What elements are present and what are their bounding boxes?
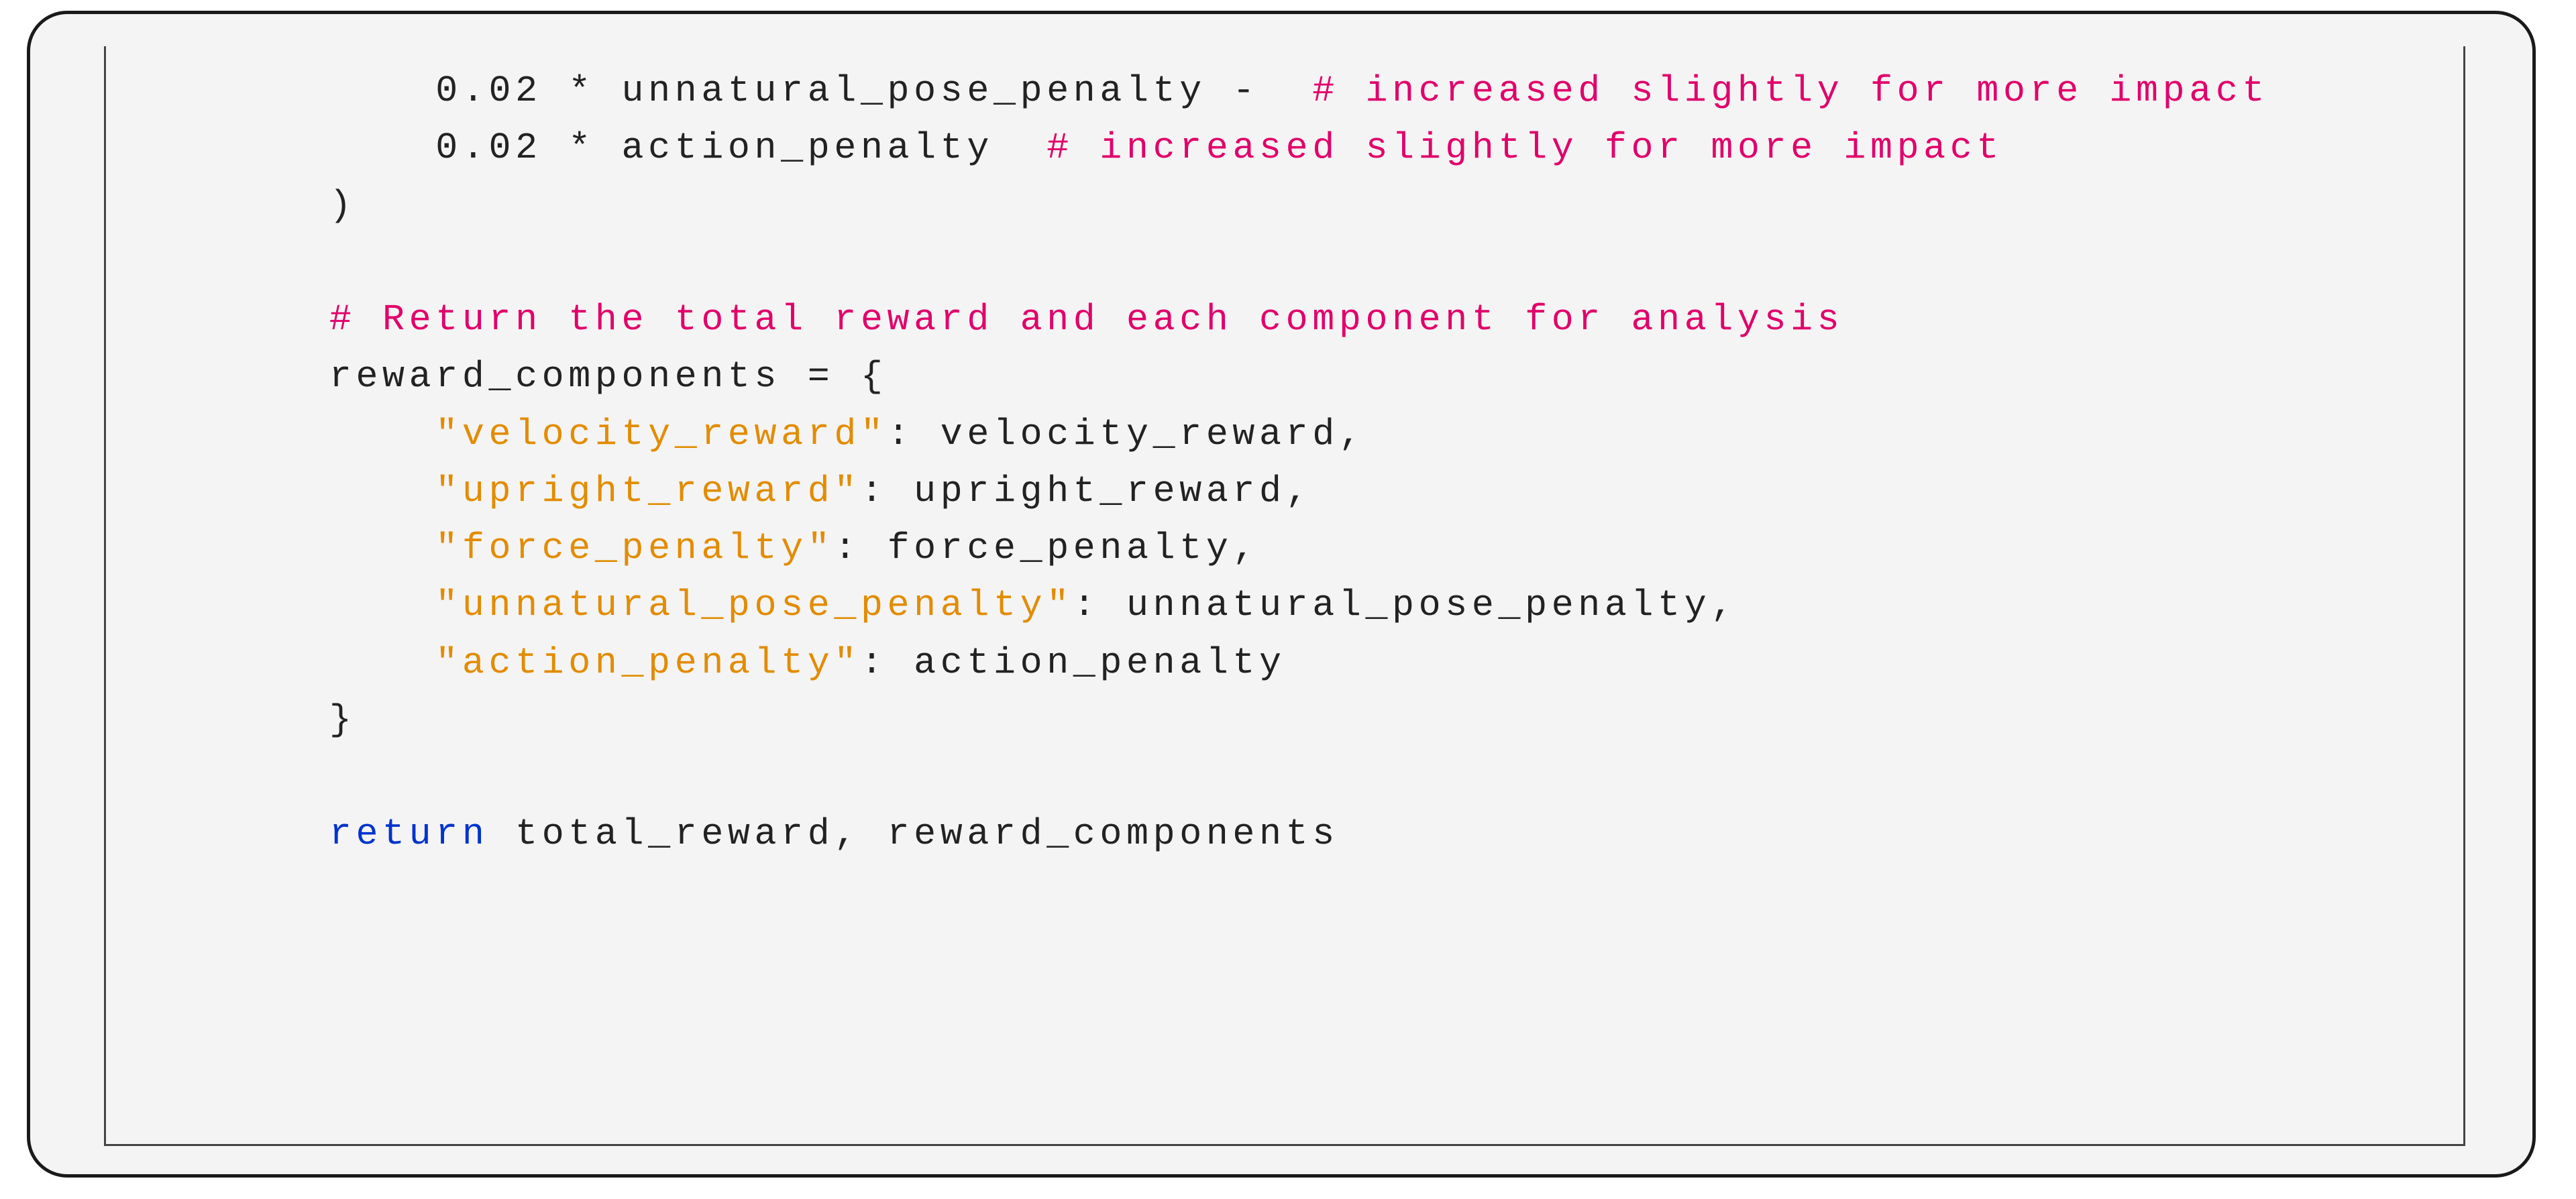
code-value: : upright_reward,	[861, 470, 1312, 512]
code-string-key: "upright_reward"	[435, 470, 861, 512]
code-string-key: "action_penalty"	[435, 642, 861, 684]
code-comment: # increased slightly for more impact	[1046, 127, 2003, 169]
code-value: : unnatural_pose_penalty,	[1073, 584, 1737, 626]
code-paren-close: )	[117, 184, 356, 227]
code-value: : velocity_reward,	[888, 413, 1366, 455]
code-indent	[117, 527, 435, 569]
code-value: : action_penalty	[861, 642, 1286, 684]
code-comment: # Return the total reward and each compo…	[329, 298, 1844, 341]
code-indent	[117, 584, 435, 626]
code-indent	[117, 813, 329, 855]
code-indent	[117, 413, 435, 455]
code-expr: * unnatural_pose_penalty -	[542, 70, 1313, 112]
code-string-key: "velocity_reward"	[435, 413, 887, 455]
code-string-key: "force_penalty"	[435, 527, 834, 569]
code-assign: reward_components = {	[117, 355, 888, 398]
code-indent	[117, 298, 329, 341]
code-indent	[117, 127, 435, 169]
code-block: 0.02 * unnatural_pose_penalty - # increa…	[104, 46, 2465, 1146]
code-return-expr: total_reward, reward_components	[488, 813, 1338, 855]
code-expr: * action_penalty	[542, 127, 1047, 169]
code-content: 0.02 * unnatural_pose_penalty - # increa…	[106, 62, 2463, 863]
code-indent	[117, 70, 435, 112]
code-frame: 0.02 * unnatural_pose_penalty - # increa…	[27, 11, 2536, 1178]
code-number: 0.02	[435, 127, 541, 169]
code-indent	[117, 642, 435, 684]
code-indent	[117, 470, 435, 512]
code-comment: # increased slightly for more impact	[1312, 70, 2269, 112]
code-keyword-return: return	[329, 813, 489, 855]
code-brace-close: }	[117, 699, 356, 741]
code-string-key: "unnatural_pose_penalty"	[435, 584, 1073, 626]
code-number: 0.02	[435, 70, 541, 112]
code-value: : force_penalty,	[834, 527, 1259, 569]
